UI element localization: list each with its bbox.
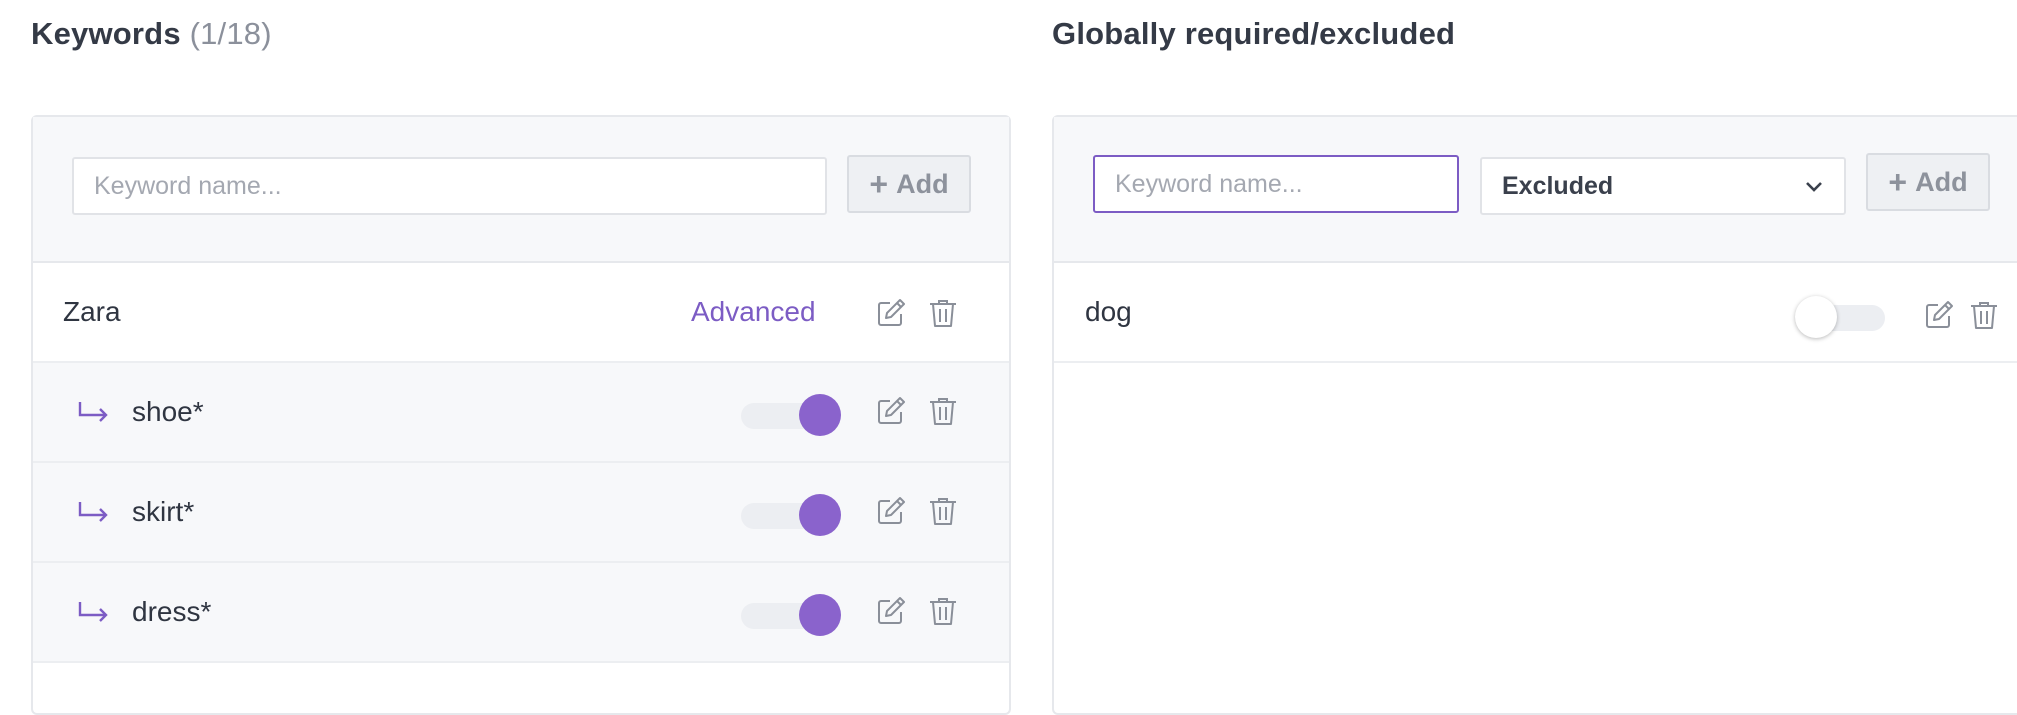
keyword-group-name: Zara — [63, 296, 121, 327]
add-keyword-button[interactable]: + Add — [847, 155, 971, 213]
keyword-name-input[interactable] — [72, 157, 827, 215]
advanced-link[interactable]: Advanced — [691, 263, 816, 361]
global-keyword-input[interactable] — [1093, 155, 1459, 213]
global-panel: Excluded + Add dog — [1052, 115, 2017, 715]
edit-icon[interactable] — [875, 494, 907, 528]
plus-icon: + — [1888, 164, 1908, 200]
keyword-toggle[interactable] — [741, 394, 841, 436]
keyword-toggle[interactable] — [741, 494, 841, 536]
global-keyword-name: dog — [1085, 296, 1132, 327]
mode-select[interactable]: Excluded — [1480, 157, 1846, 215]
edit-icon[interactable] — [875, 296, 907, 330]
global-keyword-row: dog — [1054, 263, 2017, 363]
trash-icon[interactable] — [927, 394, 959, 428]
keyword-child-row: shoe* — [33, 363, 1009, 463]
keyword-child-row: dress* — [33, 563, 1009, 663]
keyword-toggle[interactable] — [741, 594, 841, 636]
keyword-child-name: dress* — [132, 596, 212, 627]
edit-icon[interactable] — [875, 394, 907, 428]
edit-icon[interactable] — [875, 594, 907, 628]
trash-icon[interactable] — [927, 296, 959, 330]
global-keyword-toggle[interactable] — [1795, 296, 1895, 338]
global-title: Globally required/excluded — [1052, 16, 1456, 51]
trash-icon[interactable] — [927, 594, 959, 628]
keyword-child-row: skirt* — [33, 463, 1009, 563]
return-arrow-icon — [78, 402, 108, 422]
keyword-group-row: Zara Advanced — [33, 263, 1009, 363]
trash-icon[interactable] — [1968, 298, 2000, 332]
keyword-child-name: skirt* — [132, 496, 195, 527]
mode-select-value: Excluded — [1502, 171, 1614, 200]
keywords-count: (1/18) — [189, 16, 272, 51]
keyword-child-name: shoe* — [132, 396, 204, 427]
keywords-panel: + Add Zara Advanced shoe* — [31, 115, 1011, 715]
return-arrow-icon — [78, 602, 108, 622]
keywords-add-bar: + Add — [33, 117, 1009, 263]
trash-icon[interactable] — [927, 494, 959, 528]
chevron-down-icon — [1806, 182, 1822, 192]
plus-icon: + — [869, 166, 889, 202]
add-global-keyword-button[interactable]: + Add — [1866, 153, 1990, 211]
keywords-title: Keywords (1/18) — [31, 16, 272, 51]
global-add-bar: Excluded + Add — [1054, 117, 2017, 263]
edit-icon[interactable] — [1923, 298, 1955, 332]
return-arrow-icon — [78, 502, 108, 522]
